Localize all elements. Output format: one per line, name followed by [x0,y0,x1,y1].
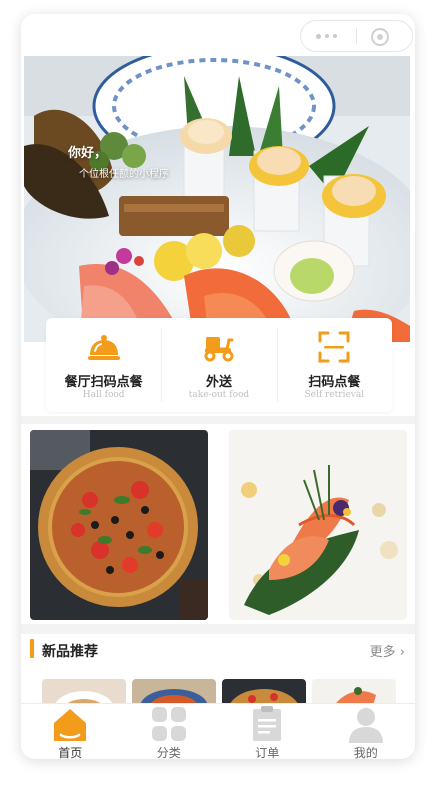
tab-orders[interactable]: 订单 [218,704,317,759]
capsule-divider [356,28,357,44]
bottom-tab-bar: 首页 分类 订单 我的 [21,703,415,759]
section-accent-bar [30,639,34,658]
greeting-subtitle: 个位根任额的小程序 [79,169,169,180]
service-title: 餐厅扫码点餐 [64,375,143,390]
service-subtitle: take-out food [188,390,250,400]
category-icon [151,707,186,741]
service-title: 外送 [205,375,232,390]
cloche-icon [87,335,120,360]
more-link[interactable]: 更多 › [370,641,405,660]
product-thumb[interactable] [222,679,306,704]
close-miniprogram-icon[interactable] [371,28,389,46]
scan-icon [318,331,350,363]
tab-label: 订单 [255,746,280,759]
food-thumbnail-image [312,679,396,704]
sashimi-platter-image [24,56,410,342]
hero-banner[interactable]: 你好， 个位根任额的小程序 [24,56,410,342]
app-screen: 你好， 个位根任额的小程序 餐厅扫码点餐 Hall food 外送 take-o… [21,14,415,759]
shrimp-dish-image [229,430,407,620]
product-thumb[interactable] [312,679,396,704]
user-icon [348,708,383,743]
section-divider [21,624,415,634]
dine-in-order-entry[interactable]: 餐厅扫码点餐 Hall food [46,318,161,412]
pizza-image [30,430,208,620]
order-icon [253,706,282,741]
food-thumbnail-image [132,679,216,704]
service-subtitle: Hall food [82,390,125,400]
promo-card-shrimp[interactable] [229,430,407,620]
service-title: 扫码点餐 [308,375,361,390]
new-products-header: 新品推荐 更多 › [21,634,415,668]
section-title: 新品推荐 [42,644,98,660]
tab-profile[interactable]: 我的 [317,704,416,759]
chevron-right-icon: › [395,645,405,660]
product-thumb[interactable] [42,679,126,704]
scan-order-entry[interactable]: 扫码点餐 Self retrieval [276,318,392,412]
new-products-list [21,668,415,704]
greeting-text: 你好， [68,146,108,161]
tab-label: 首页 [58,746,83,759]
scooter-icon [204,337,234,362]
more-options-icon[interactable] [316,33,337,39]
more-label: 更多 [369,645,396,660]
section-divider [21,416,415,424]
tab-label: 我的 [353,746,378,759]
home-icon [54,709,87,741]
tab-home[interactable]: 首页 [21,704,120,759]
product-thumb[interactable] [132,679,216,704]
food-thumbnail-image [42,679,126,704]
tab-label: 分类 [156,746,181,759]
miniprogram-capsule[interactable] [300,20,413,52]
delivery-entry[interactable]: 外送 take-out food [161,318,276,412]
tab-category[interactable]: 分类 [120,704,219,759]
food-thumbnail-image [222,679,306,704]
service-entry-panel: 餐厅扫码点餐 Hall food 外送 take-out food 扫码点餐 S… [46,318,392,412]
promo-card-pizza[interactable] [30,430,208,620]
service-subtitle: Self retrieval [304,390,365,400]
